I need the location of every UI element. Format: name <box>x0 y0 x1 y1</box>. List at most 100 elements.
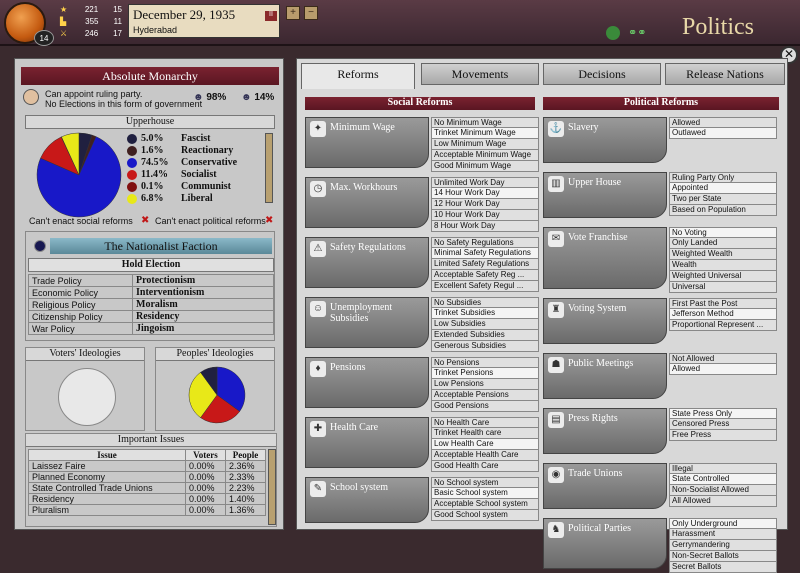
table-row[interactable]: Residency 0.00% 1.40% <box>28 493 267 505</box>
pause-icon[interactable]: II <box>265 11 277 21</box>
reform-option[interactable]: ✔Only Underground <box>669 518 777 529</box>
upperhouse-scrollbar[interactable] <box>265 133 273 203</box>
ledger-icon[interactable]: ⚭⚭ <box>628 26 646 39</box>
reform-option[interactable]: First Past the Post <box>669 298 777 309</box>
issues-scrollbar[interactable] <box>268 449 276 525</box>
tab-decisions[interactable]: Decisions <box>543 63 661 85</box>
reform-option[interactable]: Acceptable School system <box>431 499 539 510</box>
reform-option-label: No Voting <box>672 228 707 237</box>
reform-options: No Pensions✔Trinket PensionsLow Pensions… <box>431 357 539 412</box>
tab-movements[interactable]: Movements <box>421 63 539 85</box>
reform-option[interactable]: 12 Hour Work Day <box>431 199 539 210</box>
reform-option[interactable]: ✔Trinket Pensions <box>431 368 539 379</box>
reform-options: No Health CareTrinket Health care ✔Low He… <box>431 417 539 472</box>
reform-option[interactable]: Harassment <box>669 529 777 540</box>
reform-option[interactable]: ✔Jefferson Method <box>669 309 777 320</box>
reform-option[interactable]: Good Health Care <box>431 461 539 472</box>
reform-option[interactable]: Acceptable Health Care <box>431 450 539 461</box>
reform-option[interactable]: Based on Population <box>669 205 777 216</box>
reform-option[interactable]: No Pensions <box>431 357 539 368</box>
table-row[interactable]: Pluralism 0.00% 1.36% <box>28 504 267 516</box>
reform-option[interactable]: Allowed <box>669 117 777 128</box>
reform-option[interactable]: All Allowed <box>669 496 777 507</box>
reform-option[interactable]: ✔State Controlled <box>669 474 777 485</box>
reform-option[interactable]: Acceptable Safety Reg ... <box>431 270 539 281</box>
reform-option[interactable]: ✔Minimal Safety Regulations <box>431 248 539 259</box>
reform-option[interactable]: Low Minimum Wage <box>431 139 539 150</box>
reform-option[interactable]: Wealth <box>669 260 777 271</box>
reform-option[interactable]: Low Pensions <box>431 379 539 390</box>
reform-option[interactable]: Generous Subsidies <box>431 341 539 352</box>
government-type: Absolute Monarchy <box>21 67 279 85</box>
reform-option[interactable]: ✔Trinket Subsidies <box>431 308 539 319</box>
reform-option[interactable]: Non-Socialist Allowed <box>669 485 777 496</box>
tab-reforms[interactable]: Reforms <box>301 63 415 89</box>
reform-option[interactable]: Low Subsidies <box>431 319 539 330</box>
reform-option[interactable]: Two per State <box>669 194 777 205</box>
school-icon: ✎ <box>310 481 326 497</box>
speed-up-button[interactable]: + <box>286 6 300 20</box>
globe-icon[interactable] <box>606 26 620 40</box>
reform-option[interactable]: Weighted Wealth <box>669 249 777 260</box>
party-color-icon <box>127 158 137 168</box>
reform-option[interactable]: Unlimited Work Day <box>431 177 539 188</box>
policy-table: Trade Policy Protectionism Economic Policy… <box>28 274 274 335</box>
reform-option-label: Free Press <box>672 430 712 439</box>
reform-option[interactable]: No Subsidies <box>431 297 539 308</box>
table-row[interactable]: Laissez Faire 0.00% 2.36% <box>28 460 267 472</box>
reform-option[interactable]: Non-Secret Ballots <box>669 551 777 562</box>
reform-option[interactable]: No Health Care <box>431 417 539 428</box>
reform-option-label: Minimal Safety Regulations <box>434 248 531 257</box>
reform-option[interactable]: ✔State Press Only <box>669 408 777 419</box>
reform-option[interactable]: ✔Outlawed <box>669 128 777 139</box>
hold-election-button[interactable]: Hold Election <box>28 258 274 272</box>
reform-option[interactable]: Acceptable Pensions <box>431 390 539 401</box>
reform-option[interactable]: Good Minimum Wage <box>431 161 539 172</box>
reform-option[interactable]: ✔14 Hour Work Day <box>431 188 539 199</box>
reform-option[interactable]: Trinket Health care <box>431 428 539 439</box>
reform-option[interactable]: Acceptable Minimum Wage <box>431 150 539 161</box>
reform-option[interactable]: Universal <box>669 282 777 293</box>
reform-option[interactable]: ✔Appointed <box>669 183 777 194</box>
reform-category: ♞ Political Parties <box>543 518 667 569</box>
reform-option[interactable]: Illegal <box>669 463 777 474</box>
reform-option[interactable]: Excellent Safety Regul ... <box>431 281 539 292</box>
ruling-party[interactable]: The Nationalist Faction <box>50 238 272 254</box>
reform-option[interactable]: Proportional Represent ... <box>669 320 777 331</box>
reform-option[interactable]: Ruling Party Only <box>669 172 777 183</box>
issues-column-header[interactable]: Issue <box>28 449 186 461</box>
union-icon: ◉ <box>548 467 564 483</box>
table-row[interactable]: State Controlled Trade Unions 0.00% 2.23% <box>28 482 267 494</box>
reform-option[interactable]: ✔Trinket Minimum Wage <box>431 128 539 139</box>
reform-option[interactable]: Good School system <box>431 510 539 521</box>
reform-option[interactable]: Only Landed <box>669 238 777 249</box>
reform-option[interactable]: Not Allowed <box>669 353 777 364</box>
reform-option[interactable]: Good Pensions <box>431 401 539 412</box>
party-color-icon <box>127 182 137 192</box>
reform-option[interactable]: Secret Ballots <box>669 562 777 573</box>
upperhouse-row: 74.5% Conservative <box>125 157 265 169</box>
reform-option[interactable]: No School system <box>431 477 539 488</box>
voters-pie <box>58 368 116 426</box>
reform-option[interactable]: No Minimum Wage <box>431 117 539 128</box>
reform-option[interactable]: 8 Hour Work Day <box>431 221 539 232</box>
issues-table: Issue Voters People Laissez Faire 0.00% 2.36%… <box>28 449 267 516</box>
reform-option[interactable]: No Safety Regulations <box>431 237 539 248</box>
issues-column-header[interactable]: People <box>224 449 267 461</box>
reform-option[interactable]: Censored Press <box>669 419 777 430</box>
tab-release-nations[interactable]: Release Nations <box>665 63 785 85</box>
reform-option[interactable]: ✔Low Health Care <box>431 439 539 450</box>
reform-option[interactable]: 10 Hour Work Day <box>431 210 539 221</box>
province-name[interactable]: Hyderabad <box>133 25 177 35</box>
reform-option-label: All Allowed <box>672 496 711 505</box>
table-row[interactable]: Planned Economy 0.00% 2.33% <box>28 471 267 483</box>
reform-option[interactable]: ✔Basic School system <box>431 488 539 499</box>
reform-option[interactable]: Weighted Universal <box>669 271 777 282</box>
reform-option[interactable]: Free Press <box>669 430 777 441</box>
reform-option[interactable]: Extended Subsidies <box>431 330 539 341</box>
speed-down-button[interactable]: − <box>304 6 318 20</box>
reform-option[interactable]: ✔Allowed <box>669 364 777 375</box>
issues-column-header[interactable]: Voters <box>184 449 226 461</box>
reform-option[interactable]: Limited Safety Regulations <box>431 259 539 270</box>
reform-option[interactable]: ✔No Voting <box>669 227 777 238</box>
